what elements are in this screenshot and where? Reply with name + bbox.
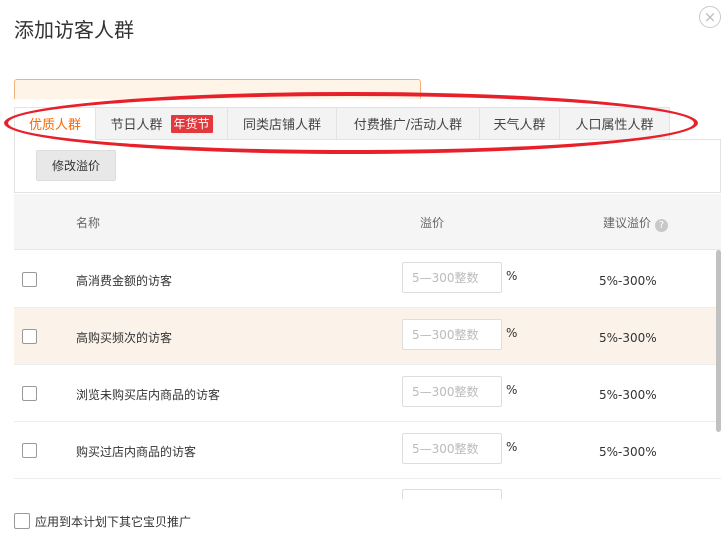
tab-quality-crowd[interactable]: 优质人群 — [14, 107, 96, 140]
tab-bar: 优质人群 节日人群 年货节 同类店铺人群 付费推广/活动人群 天气人群 人口属性… — [14, 107, 721, 140]
row-name: 购买过店内商品的访客 — [76, 445, 197, 459]
premium-input-partial[interactable] — [402, 489, 502, 499]
row-name: 高购买频次的访客 — [76, 331, 173, 345]
tab-label: 节日人群 — [110, 118, 163, 133]
tab-demographic-crowd[interactable]: 人口属性人群 — [560, 107, 670, 140]
row-checkbox[interactable] — [22, 386, 37, 401]
help-icon[interactable]: ? — [655, 219, 669, 232]
close-icon[interactable]: × — [699, 6, 721, 28]
notice-bar — [14, 79, 421, 99]
toolbar: 修改溢价 — [14, 140, 721, 193]
modify-premium-button[interactable]: 修改溢价 — [36, 150, 116, 181]
table-row: 高购买频次的访客 % 5%-300% — [14, 308, 721, 365]
percent-sign: % — [506, 269, 518, 283]
apply-all-checkbox[interactable] — [14, 513, 30, 529]
apply-all-label: 应用到本计划下其它宝贝推广 — [35, 515, 192, 529]
new-year-badge: 年货节 — [170, 114, 213, 133]
suggested-premium: 5%-300% — [599, 388, 657, 402]
suggested-premium: 5%-300% — [599, 331, 657, 345]
row-name: 浏览未购买店内商品的访客 — [76, 388, 221, 402]
tab-holiday-crowd[interactable]: 节日人群 年货节 — [96, 107, 228, 140]
suggested-premium: 5%-300% — [599, 274, 657, 288]
tab-label: 人口属性人群 — [575, 118, 654, 133]
table-row: 浏览未购买店内商品的访客 % 5%-300% — [14, 365, 721, 422]
tab-paid-promo-crowd[interactable]: 付费推广/活动人群 — [337, 107, 480, 140]
scrollbar-thumb[interactable] — [716, 250, 721, 432]
tab-label: 同类店铺人群 — [242, 118, 321, 133]
percent-sign: % — [506, 440, 518, 454]
percent-sign: % — [506, 383, 518, 397]
row-checkbox[interactable] — [22, 329, 37, 344]
dialog-title: 添加访客人群 — [14, 18, 134, 42]
tab-label: 天气人群 — [493, 118, 546, 133]
suggested-premium: 5%-300% — [599, 445, 657, 459]
tab-weather-crowd[interactable]: 天气人群 — [480, 107, 560, 140]
header-premium: 溢价 — [420, 216, 445, 230]
header-name: 名称 — [76, 216, 101, 230]
table-row: 购买过店内商品的访客 % 5%-300% — [14, 422, 721, 479]
table-row: 高消费金额的访客 % 5%-300% — [14, 251, 721, 308]
tab-label: 优质人群 — [28, 118, 81, 133]
percent-sign: % — [506, 326, 518, 340]
row-checkbox[interactable] — [22, 272, 37, 287]
premium-input[interactable] — [402, 262, 502, 293]
tab-similar-store-crowd[interactable]: 同类店铺人群 — [228, 107, 337, 140]
premium-input[interactable] — [402, 319, 502, 350]
header-suggested-label: 建议溢价 — [603, 216, 652, 230]
premium-input[interactable] — [402, 376, 502, 407]
header-suggested-premium: 建议溢价? — [603, 214, 669, 232]
row-checkbox[interactable] — [22, 443, 37, 458]
row-name: 高消费金额的访客 — [76, 274, 173, 288]
tab-label: 付费推广/活动人群 — [353, 118, 463, 133]
premium-input[interactable] — [402, 433, 502, 464]
table-header: 名称 溢价 建议溢价? — [14, 194, 721, 250]
